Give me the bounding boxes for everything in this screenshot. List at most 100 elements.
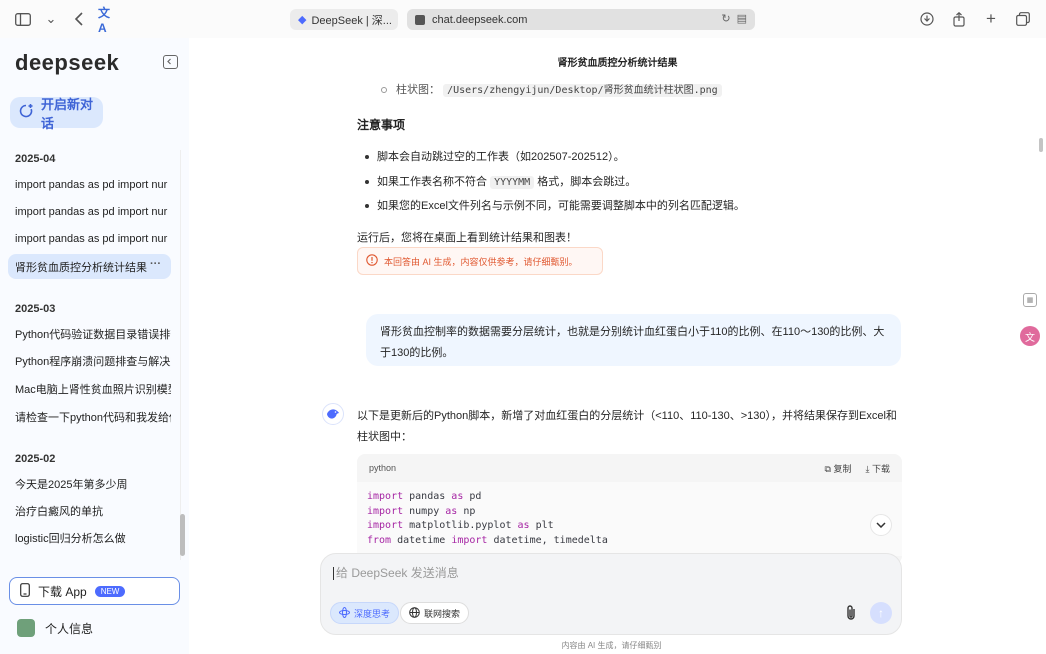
bullet — [365, 155, 369, 160]
translate-icon[interactable]: 文A — [98, 6, 116, 35]
info-icon — [366, 254, 378, 268]
note-text: 脚本会自动跳过空的工作表（如202507-202512）。 — [377, 151, 625, 163]
note-item: 如果您的Excel文件列名与示例不同，可能需要调整脚本中的列名匹配逻辑。 — [365, 197, 745, 213]
collapse-sidebar-icon[interactable] — [163, 55, 178, 69]
code-keyword: import — [367, 505, 404, 517]
note-text: 如果工作表名称不符合 — [377, 176, 491, 188]
footer-disclaimer: 内容由 AI 生成，请仔细甄别 — [561, 641, 662, 650]
chat-main: 肾形贫血质控分析统计结果 柱状图： /Users/zhengyijun/Desk… — [189, 38, 1046, 654]
reload-icon[interactable]: ↻ — [721, 12, 730, 25]
bar-chart-label: 柱状图： — [396, 84, 440, 96]
tab-label: DeepSeek | 深... — [311, 14, 392, 27]
new-chat-label: 开启新对话 — [41, 96, 94, 131]
history-item[interactable]: 治疗白癜风的单抗 — [8, 498, 171, 523]
code-keyword: from — [367, 534, 392, 546]
history-group-title: 2025-02 — [15, 453, 56, 465]
main-scrollbar[interactable] — [1039, 138, 1043, 152]
download-app-button[interactable]: 下载 App NEW — [9, 577, 180, 605]
deep-think-label: 深度思考 — [354, 608, 391, 619]
download-app-label: 下载 App — [38, 584, 87, 599]
history-item-label: Python代码验证数据目录错误排查 — [15, 328, 171, 341]
profile-button[interactable]: 个人信息 — [17, 619, 93, 637]
history-item-label: 肾形贫血质控分析统计结果 — [15, 261, 147, 274]
profile-label: 个人信息 — [45, 621, 94, 636]
history-item[interactable]: Python代码验证数据目录错误排查 — [8, 321, 171, 346]
history-item-active[interactable]: 肾形贫血质控分析统计结果 ··· — [8, 254, 171, 279]
code-text: plt — [529, 520, 554, 531]
history-item[interactable]: import pandas as pd import nur — [8, 199, 171, 224]
history-item[interactable]: 请检查一下python代码和我发给你 — [8, 404, 171, 429]
code-text: numpy — [403, 505, 446, 517]
code-line: from datetime import datetime, timedelta — [367, 534, 892, 549]
code-line: import numpy as np — [367, 505, 892, 520]
browser-toolbar: ⌄ 文A ◆ DeepSeek | 深... chat.deepseek.com… — [0, 0, 1046, 38]
sub-bullet — [381, 87, 387, 94]
code-text: matplotlib.pyplot — [403, 520, 518, 531]
sidebar: deepseek 开启新对话 2025-04 import pandas as … — [0, 38, 189, 654]
avatar — [17, 619, 35, 637]
history-item[interactable]: Mac电脑上肾性贫血照片识别模型 — [8, 376, 171, 401]
bar-chart-path: /Users/zhengyijun/Desktop/肾形贫血统计柱状图.png — [443, 84, 722, 97]
code-body: import pandas as pd import numpy as np i… — [357, 482, 902, 556]
tab-overview-icon[interactable] — [1014, 10, 1032, 28]
history-item[interactable]: 今天是2025年第多少周 — [8, 471, 171, 496]
bar-chart-line: 柱状图： /Users/zhengyijun/Desktop/肾形贫血统计柱状图… — [381, 81, 722, 97]
chat-title: 肾形贫血质控分析统计结果 — [557, 58, 678, 69]
history-item-label: Python程序崩溃问题排查与解决方 — [15, 355, 171, 368]
history-item-label: 治疗白癜风的单抗 — [15, 505, 103, 518]
copy-icon: ⧉ — [824, 463, 831, 474]
globe-icon — [409, 606, 420, 620]
note-item: 脚本会自动跳过空的工作表（如202507-202512）。 — [365, 148, 625, 164]
message-input[interactable]: 给 DeepSeek 发送消息 — [333, 564, 459, 581]
code-keyword: import — [451, 534, 488, 546]
deep-think-icon — [339, 606, 350, 620]
message-input-box[interactable]: 给 DeepSeek 发送消息 深度思考 联网搜索 ↑ — [320, 553, 902, 635]
browser-left-controls: ⌄ 文A — [14, 6, 116, 35]
paperclip-icon[interactable] — [845, 604, 857, 625]
browser-right-controls: + — [918, 9, 1032, 28]
history-item[interactable]: Python程序崩溃问题排查与解决方 — [8, 348, 171, 373]
address-bar[interactable]: chat.deepseek.com ↻ ▤ — [407, 9, 755, 30]
copy-code-button[interactable]: ⧉ 复制 — [825, 462, 852, 475]
new-tab-plus-icon[interactable]: + — [982, 9, 1000, 28]
code-header: python ⧉ 复制 ⤓ 下载 — [357, 454, 902, 482]
code-text: datetime — [391, 534, 452, 546]
history-item-label: 今天是2025年第多少周 — [15, 478, 128, 491]
download-code-button[interactable]: ⤓ 下载 — [865, 462, 890, 475]
reader-icon[interactable]: ▤ — [737, 12, 747, 25]
send-arrow-icon[interactable]: ↑ — [870, 602, 892, 624]
history-item[interactable]: import pandas as pd import nur — [8, 172, 171, 197]
qr-code-icon[interactable]: ▦ — [1023, 293, 1037, 307]
download-circle-icon[interactable] — [918, 10, 936, 28]
share-icon[interactable] — [950, 10, 968, 28]
more-options-icon[interactable]: ··· — [150, 258, 161, 270]
deep-think-toggle[interactable]: 深度思考 — [330, 602, 400, 624]
sidebar-toggle-icon[interactable] — [14, 10, 32, 28]
web-search-toggle[interactable]: 联网搜索 — [400, 602, 470, 624]
code-text: np — [457, 505, 476, 517]
code-keyword: import — [367, 491, 404, 502]
code-keyword: as — [517, 520, 530, 531]
back-arrow-icon[interactable] — [70, 10, 88, 28]
history-item[interactable]: import pandas as pd import nur — [8, 226, 171, 251]
scroll-down-chevron-icon[interactable] — [870, 514, 892, 536]
new-chat-icon — [18, 103, 34, 122]
history-item[interactable]: logistic回归分析怎么做 — [8, 525, 171, 550]
tab-deepseek[interactable]: ◆ DeepSeek | 深... — [290, 9, 398, 30]
new-chat-button[interactable]: 开启新对话 — [10, 97, 103, 131]
history-item-label: logistic回归分析怎么做 — [15, 532, 126, 545]
sidebar-scrollbar[interactable] — [180, 514, 185, 556]
chevron-down-icon[interactable]: ⌄ — [42, 10, 60, 28]
note-text: 格式，脚本会跳过。 — [534, 176, 637, 188]
code-line: import pandas as pd — [367, 490, 892, 505]
translate-float-icon[interactable]: 文 — [1020, 326, 1040, 346]
after-run-text: 运行后，您将在桌面上看到统计结果和图表！ — [357, 232, 577, 244]
note-text: 如果您的Excel文件列名与示例不同，可能需要调整脚本中的列名匹配逻辑。 — [377, 200, 745, 212]
code-keyword: import — [367, 520, 404, 531]
history-item-label: import pandas as pd import nur — [15, 232, 168, 245]
history-group-title: 2025-03 — [15, 303, 56, 315]
history-item-label: import pandas as pd import nur — [15, 205, 168, 218]
ai-disclaimer-text: 本回答由 AI 生成，内容仅供参考，请仔细甄别。 — [384, 256, 578, 267]
copy-label: 复制 — [833, 463, 852, 474]
sidebar-scroll-track — [180, 150, 181, 560]
